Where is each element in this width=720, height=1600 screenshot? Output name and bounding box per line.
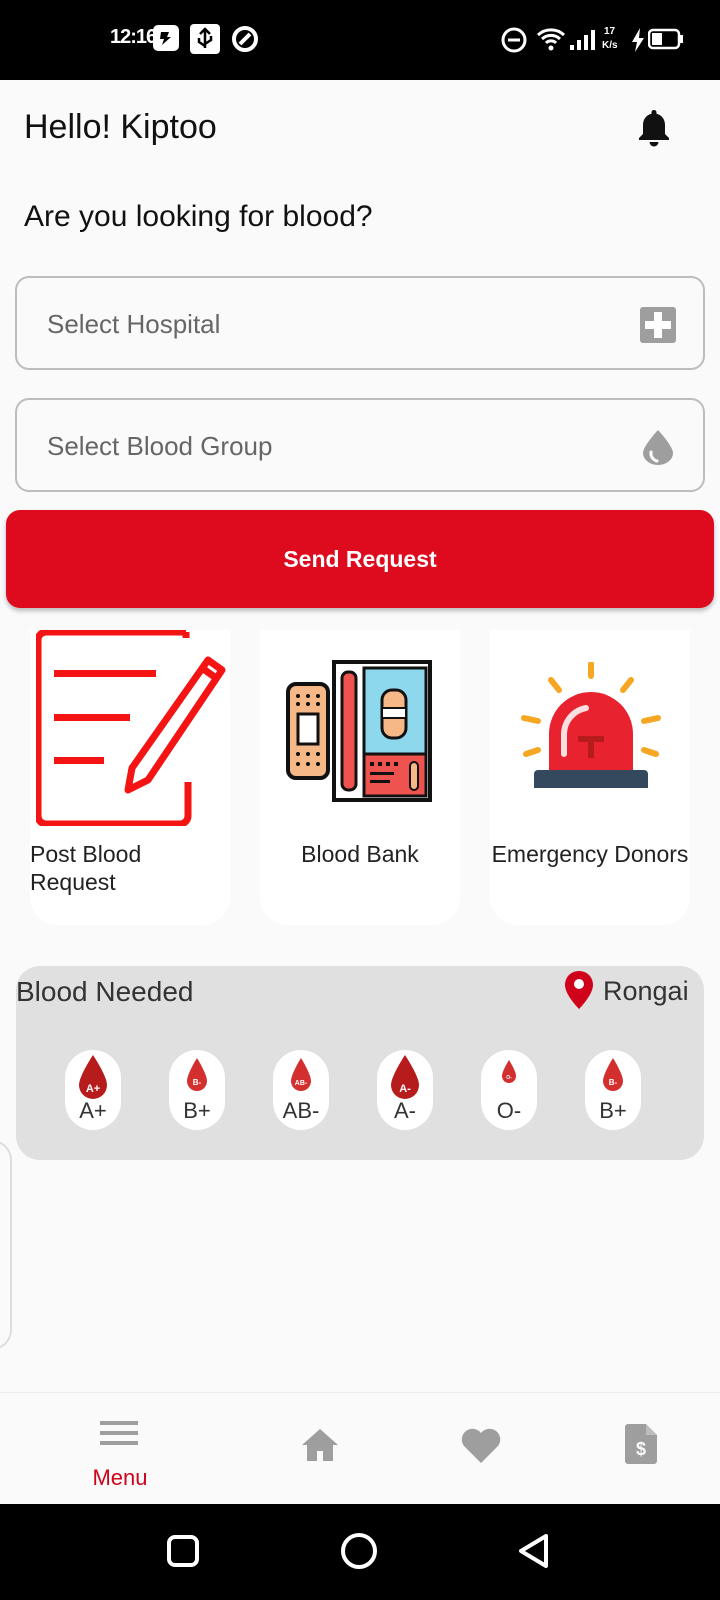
nav-home[interactable] — [260, 1393, 380, 1505]
blood-drop-icon — [643, 430, 673, 465]
blood-group-chip[interactable]: AB- AB- — [273, 1050, 329, 1130]
blood-needed-title: Blood Needed — [16, 976, 194, 1007]
svg-text:AB-: AB- — [295, 1080, 308, 1087]
blood-group-label: O- — [496, 1098, 522, 1123]
recents-button-icon[interactable] — [166, 1534, 200, 1568]
nav-menu-label: Menu — [92, 1465, 148, 1490]
charging-icon — [632, 28, 644, 52]
nav-payments[interactable]: $ — [580, 1393, 700, 1505]
blood-group-chip[interactable]: B- B+ — [585, 1050, 641, 1130]
usb-icon — [190, 24, 220, 54]
svg-text:B-: B- — [193, 1078, 202, 1087]
blood-bank-icon — [286, 660, 432, 802]
greeting-text: Hello! Kiptoo — [24, 108, 217, 146]
blood-group-label: B+ — [183, 1098, 211, 1123]
data-saver-icon — [232, 26, 258, 52]
blood-drop-icon: AB- — [291, 1058, 311, 1091]
svg-text:$: $ — [636, 1439, 646, 1459]
blood-drop-icon: B- — [603, 1058, 623, 1091]
net-speed-unit: K/s — [602, 40, 618, 51]
status-time: 12:16 — [110, 26, 157, 48]
home-icon — [302, 1429, 338, 1461]
blood-group-chip[interactable]: O- O- — [481, 1050, 537, 1130]
blood-bank-card[interactable]: Blood Bank — [260, 630, 460, 925]
system-navigation-bar — [0, 1504, 720, 1600]
net-speed-value: 17 — [604, 26, 616, 37]
bottom-navigation: Menu $ — [0, 1392, 720, 1504]
hospital-cross-icon — [640, 307, 676, 343]
heart-icon — [461, 1428, 501, 1463]
emergency-siren-icon — [521, 662, 661, 788]
blood-group-input[interactable] — [47, 424, 607, 468]
hospital-input[interactable] — [47, 302, 607, 346]
send-request-button[interactable]: Send Request — [6, 510, 714, 608]
blood-group-chip[interactable]: A+ A+ — [65, 1050, 121, 1130]
blood-question: Are you looking for blood? — [24, 200, 373, 233]
blood-drop-icon: A+ — [79, 1055, 107, 1099]
battery-icon — [648, 28, 683, 50]
home-button-icon[interactable] — [340, 1532, 378, 1570]
post-blood-request-label: Post Blood Request — [30, 841, 142, 895]
status-bar: 12:16 17 K/s — [0, 0, 720, 80]
location-pin-icon — [565, 971, 593, 1009]
do-not-disturb-icon — [501, 27, 527, 53]
blood-drop-icon: O- — [502, 1060, 516, 1083]
nav-favorites[interactable] — [420, 1393, 540, 1505]
blood-drop-icon: B- — [187, 1058, 207, 1091]
invoice-dollar-icon: $ — [625, 1424, 657, 1464]
back-button-icon[interactable] — [516, 1532, 552, 1570]
blood-group-label: B+ — [599, 1098, 627, 1123]
location-name: Rongai — [603, 976, 689, 1006]
blood-group-field[interactable] — [15, 398, 705, 492]
home-screen: Hello! Kiptoo Are you looking for blood?… — [0, 80, 720, 1392]
svg-text:A+: A+ — [86, 1083, 100, 1095]
blood-group-chip[interactable]: A- A- — [377, 1050, 433, 1130]
blood-group-label: A- — [394, 1098, 416, 1123]
nav-menu[interactable]: Menu — [60, 1393, 180, 1505]
notification-app-icon — [153, 25, 179, 51]
wifi-icon — [536, 28, 566, 51]
blood-group-label: A+ — [79, 1098, 107, 1123]
edit-document-icon — [36, 630, 226, 826]
post-blood-request-card[interactable]: Post Blood Request — [30, 630, 230, 925]
blood-bank-label: Blood Bank — [301, 841, 419, 867]
svg-text:O-: O- — [506, 1075, 512, 1081]
notification-bell-icon[interactable] — [634, 106, 674, 150]
emergency-donors-card[interactable]: Emergency Donors — [490, 630, 690, 925]
emergency-donors-label: Emergency Donors — [491, 841, 689, 867]
blood-group-label: AB- — [282, 1098, 320, 1123]
side-drawer-handle[interactable] — [0, 1140, 12, 1350]
svg-text:A-: A- — [399, 1083, 411, 1095]
signal-icon — [570, 30, 595, 50]
blood-group-chip[interactable]: B- B+ — [169, 1050, 225, 1130]
menu-icon — [100, 1421, 138, 1445]
blood-needed-panel: Blood Needed Rongai A+ A+ B- B+ AB- AB- … — [16, 966, 704, 1160]
svg-text:B-: B- — [609, 1078, 618, 1087]
blood-drop-icon: A- — [391, 1055, 419, 1099]
hospital-field[interactable] — [15, 276, 705, 370]
